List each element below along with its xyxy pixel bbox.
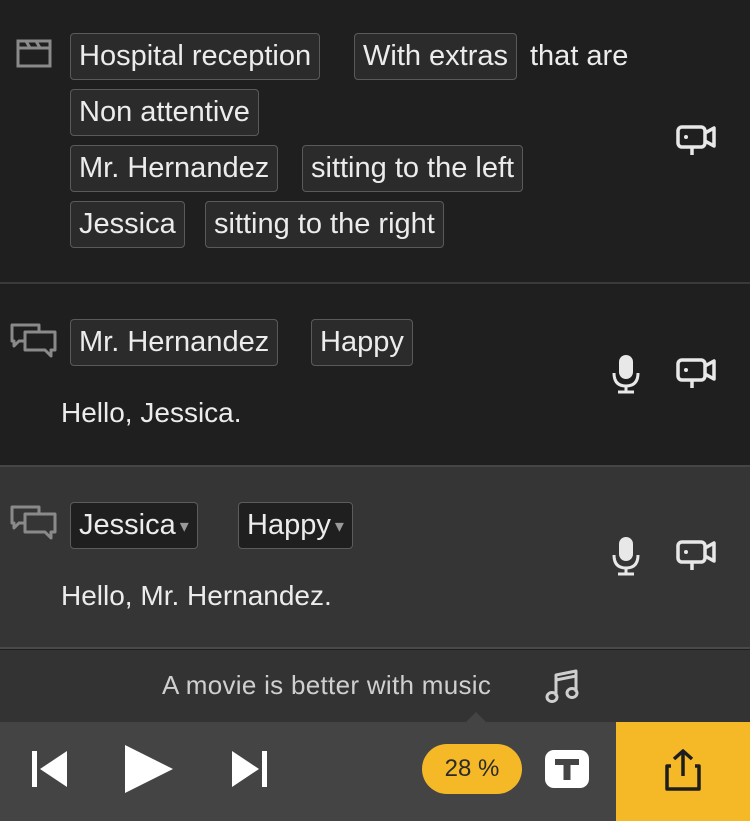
share-button[interactable] [616,722,750,821]
play-icon[interactable] [122,743,176,795]
character-1-name-tag[interactable]: Mr. Hernandez [70,145,279,192]
character-2-name-tag[interactable]: Jessica [70,201,185,248]
t-letter-icon [555,759,579,780]
character-1-position-tag[interactable]: sitting to the left [302,145,524,192]
chevron-down-icon: ▾ [179,516,189,536]
dialog-line-text[interactable]: Hello, Jessica. [61,397,242,429]
character-2-position-tag[interactable]: sitting to the right [205,201,444,248]
dialog-row-selected[interactable]: Jessica ▾ Happy ▾ Hello, Mr. Hernandez. [0,467,750,649]
dialog-line-text[interactable]: Hello, Mr. Hernandez. [61,580,332,612]
extras-suffix-text: that are [530,40,629,72]
speech-bubbles-icon [9,503,59,543]
clapperboard-icon [16,39,52,69]
progress-badge: 28 % [422,744,522,794]
microphone-icon[interactable] [611,535,641,577]
share-icon [663,748,703,792]
camera-icon[interactable] [675,537,717,573]
extras-state-tag[interactable]: Non attentive [70,89,259,136]
dialog-character-tag[interactable]: Mr. Hernandez [70,319,279,366]
dialog-emotion-tag[interactable]: Happy [311,319,413,366]
dialog-row[interactable]: Mr. Hernandez Happy Hello, Jessica. [0,285,750,467]
chevron-down-icon: ▾ [334,516,344,536]
camera-icon[interactable] [675,122,717,158]
extras-option-tag[interactable]: With extras [354,33,518,80]
scene-card[interactable]: Hospital reception With extras that are … [0,0,750,284]
dialog-emotion-value: Happy [247,509,331,541]
dialog-character-dropdown[interactable]: Jessica ▾ [70,502,198,549]
camera-icon[interactable] [675,355,717,391]
scene-location-tag[interactable]: Hospital reception [70,33,321,80]
microphone-icon[interactable] [611,353,641,395]
skip-back-icon[interactable] [30,748,70,790]
text-toggle-button[interactable] [545,750,589,788]
speech-bubbles-icon [9,321,59,361]
dialog-character-value: Jessica [79,509,176,541]
music-prompt-text[interactable]: A movie is better with music [162,670,491,701]
progress-pointer [464,712,488,724]
skip-forward-icon[interactable] [229,748,269,790]
music-note-icon[interactable] [545,668,581,706]
dialog-emotion-dropdown[interactable]: Happy ▾ [238,502,353,549]
